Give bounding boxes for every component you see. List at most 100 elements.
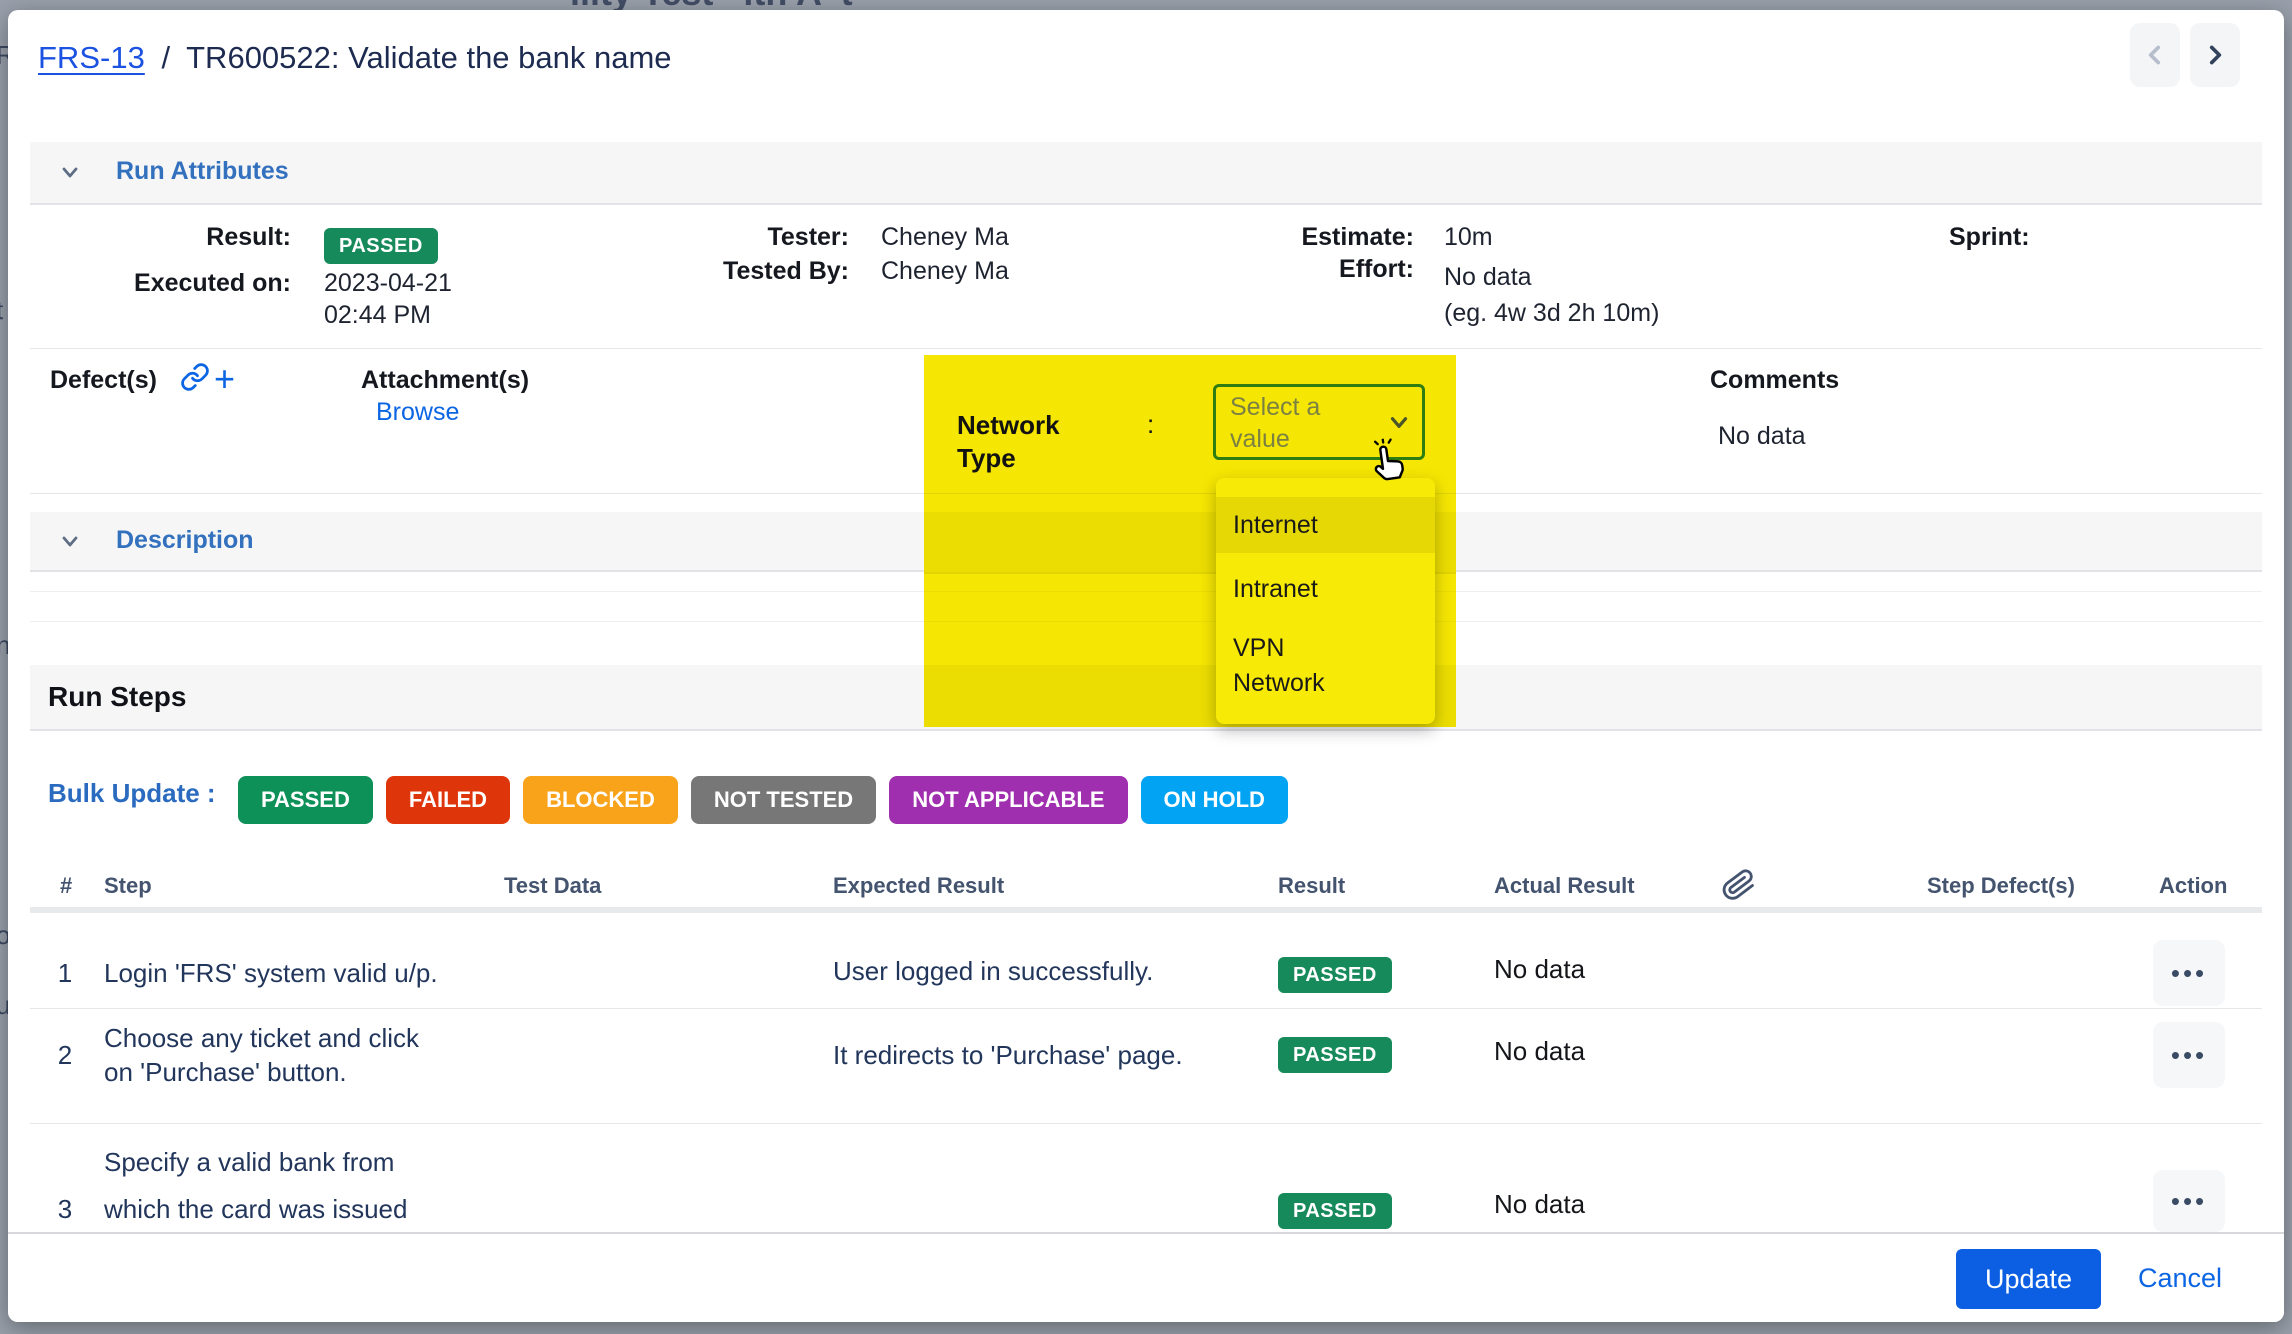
executed-on-date: 2023-04-21 <box>324 269 452 298</box>
col-header-actual: Actual Result <box>1494 873 1635 899</box>
executed-on-time: 02:44 PM <box>324 301 431 330</box>
executed-on-label: Executed on: <box>68 269 291 298</box>
network-type-dropdown: Internet Intranet VPN Network <box>1216 478 1435 724</box>
chevron-left-icon <box>2142 42 2168 68</box>
bulk-update-buttons: PASSED FAILED BLOCKED NOT TESTED NOT APP… <box>238 776 1288 824</box>
sprint-label: Sprint: <box>1949 223 2030 252</box>
paperclip-icon <box>1720 866 1758 904</box>
option-vpn-line2: Network <box>1233 666 1325 701</box>
step-number: 3 <box>52 1194 78 1225</box>
estimate-value: 10m <box>1444 223 1493 252</box>
bulk-not-tested-button[interactable]: NOT TESTED <box>691 776 876 824</box>
tested-by-value: Cheney Ma <box>881 257 1009 286</box>
step-number: 2 <box>52 1040 78 1071</box>
clipped-background-text: R <box>0 40 8 71</box>
step-text: which the card was issued <box>104 1194 407 1225</box>
step-result-badge[interactable]: PASSED <box>1278 1037 1392 1073</box>
clipped-background-text: u <box>0 990 8 1021</box>
col-header-step: Step <box>104 873 152 899</box>
bulk-on-hold-button[interactable]: ON HOLD <box>1141 776 1288 824</box>
clipped-background-text: t <box>0 295 3 326</box>
step-text: Specify a valid bank from <box>104 1147 394 1178</box>
network-type-label: Network Type <box>957 409 1060 475</box>
comments-label: Comments <box>1710 366 1839 395</box>
network-type-label-line2: Type <box>957 442 1060 475</box>
breadcrumb-test-case-link[interactable]: FRS-13 <box>38 40 145 75</box>
actual-result-text: No data <box>1494 1189 1585 1220</box>
bulk-blocked-button[interactable]: BLOCKED <box>523 776 678 824</box>
comments-value: No data <box>1718 422 1806 451</box>
result-label: Result: <box>68 223 291 252</box>
screen: ility Test ith A t R t n o u FRS-13 / TR… <box>0 0 2292 1334</box>
select-placeholder: Select a value <box>1230 391 1320 455</box>
row-actions-button[interactable]: ••• <box>2153 1170 2225 1232</box>
divider <box>30 1008 2262 1009</box>
col-header-action: Action <box>2159 873 2227 899</box>
link-chain-icon[interactable] <box>180 362 210 392</box>
clipped-background-heading: ility Test ith A t <box>570 0 853 10</box>
effort-label: Effort: <box>1178 255 1414 284</box>
col-header-test-data: Test Data <box>504 873 601 899</box>
actual-result-text: No data <box>1494 954 1585 985</box>
bulk-failed-button[interactable]: FAILED <box>386 776 510 824</box>
hand-pointer-icon <box>1364 435 1416 487</box>
background-page-strip: ility Test ith A t <box>0 0 2292 10</box>
step-result-badge[interactable]: PASSED <box>1278 957 1392 993</box>
tester-label: Tester: <box>613 223 849 252</box>
option-internet[interactable]: Internet <box>1216 497 1435 553</box>
dialog-footer: Update Cancel <box>8 1232 2284 1322</box>
effort-hint: (eg. 4w 3d 2h 10m) <box>1444 299 1659 328</box>
test-run-dialog: FRS-13 / TR600522: Validate the bank nam… <box>8 10 2284 1322</box>
browse-attachments-link[interactable]: Browse <box>376 398 459 427</box>
prev-run-button[interactable] <box>2130 23 2180 87</box>
attachments-label: Attachment(s) <box>361 366 529 395</box>
section-title-run-attributes: Run Attributes <box>116 157 289 186</box>
step-result-badge[interactable]: PASSED <box>1278 1193 1392 1229</box>
next-run-button[interactable] <box>2190 23 2240 87</box>
breadcrumb-separator: / <box>161 40 170 75</box>
row-actions-button[interactable]: ••• <box>2153 940 2225 1006</box>
col-header-num: # <box>60 873 72 899</box>
step-number: 1 <box>52 958 78 989</box>
section-title-description: Description <box>116 526 254 555</box>
run-attributes-section-header[interactable]: Run Attributes <box>30 142 2262 205</box>
bulk-passed-button[interactable]: PASSED <box>238 776 373 824</box>
actual-result-text: No data <box>1494 1036 1585 1067</box>
step-text: Login 'FRS' system valid u/p. <box>104 958 438 989</box>
divider <box>30 1123 2262 1124</box>
defects-label: Defect(s) <box>50 366 157 395</box>
option-vpn-network[interactable]: VPN Network <box>1216 630 1435 702</box>
background-left-strip: R t n o u <box>0 0 8 1334</box>
network-type-label-line1: Network <box>957 409 1060 442</box>
expected-result-text: It redirects to 'Purchase' page. <box>833 1040 1183 1071</box>
step-text: on 'Purchase' button. <box>104 1057 347 1088</box>
tester-value: Cheney Ma <box>881 223 1009 252</box>
section-title-run-steps: Run Steps <box>48 681 186 713</box>
col-header-expected: Expected Result <box>833 873 1004 899</box>
chevron-right-icon <box>2202 42 2228 68</box>
select-placeholder-line1: Select a <box>1230 391 1320 423</box>
option-intranet[interactable]: Intranet <box>1216 573 1435 605</box>
step-text: Choose any ticket and click <box>104 1023 419 1054</box>
network-type-colon: : <box>1147 409 1154 440</box>
add-defect-button[interactable]: + <box>214 358 235 400</box>
row-actions-button[interactable]: ••• <box>2153 1022 2225 1088</box>
clipped-background-text: n <box>0 630 8 661</box>
effort-value: No data <box>1444 263 1532 292</box>
divider <box>30 348 2262 349</box>
bulk-not-applicable-button[interactable]: NOT APPLICABLE <box>889 776 1127 824</box>
chevron-down-icon <box>58 160 82 184</box>
cancel-button[interactable]: Cancel <box>2138 1263 2222 1294</box>
chevron-down-icon <box>1386 409 1412 435</box>
page-title: TR600522: Validate the bank name <box>186 40 671 75</box>
dialog-title-row: FRS-13 / TR600522: Validate the bank nam… <box>38 40 672 76</box>
col-header-result: Result <box>1278 873 1345 899</box>
update-button[interactable]: Update <box>1956 1249 2101 1309</box>
expected-result-text: User logged in successfully. <box>833 956 1153 987</box>
tested-by-label: Tested By: <box>613 257 849 286</box>
run-result-badge: PASSED <box>324 228 438 264</box>
bulk-update-label: Bulk Update : <box>48 778 216 809</box>
chevron-down-icon <box>58 529 82 553</box>
clipped-background-text: o <box>0 920 8 951</box>
select-placeholder-line2: value <box>1230 423 1320 455</box>
